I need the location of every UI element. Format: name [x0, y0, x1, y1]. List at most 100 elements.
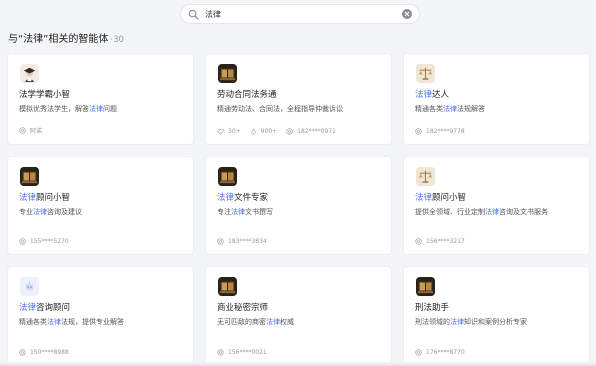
user-icon	[415, 349, 422, 356]
text-segment: 专业	[19, 208, 33, 216]
agent-author-text: 182****9778	[426, 128, 465, 135]
scholar-avatar-icon	[20, 64, 39, 83]
agent-name: 法律顾问小智	[19, 193, 182, 204]
agent-author-text: 155****5270	[30, 238, 69, 245]
agent-meta: 156****0021	[217, 349, 276, 356]
book-avatar-icon	[218, 64, 237, 83]
agent-meta: 156****3217	[415, 238, 474, 245]
agent-card[interactable]: 法律顾问小智 提供全领域、行业定制法律咨询及文书服务 156****3217	[403, 156, 590, 255]
agent-author: 182****0971	[286, 128, 336, 135]
user-icon	[286, 128, 293, 135]
bottom-edge	[0, 362, 596, 366]
agent-author: 182****9778	[415, 128, 465, 135]
book-avatar-icon	[20, 167, 39, 186]
keyword-highlight: 法律	[231, 208, 245, 216]
user-icon	[415, 128, 422, 135]
agent-description: 提供全领域、行业定制法律咨询及文书服务	[415, 207, 578, 217]
text-segment: 法规解答	[457, 105, 485, 113]
agent-description: 刑法领域的法律知识和案例分析专家	[415, 317, 578, 327]
agent-description: 精通劳动法、合同法，全程指导仲裁诉讼	[217, 104, 380, 114]
keyword-highlight: 法律	[415, 90, 433, 100]
agent-author-text: 156****3217	[426, 238, 465, 245]
agent-card[interactable]: 刑法助手刑法领域的法律知识和案例分析专家 176****8770	[403, 266, 590, 366]
usage-icon	[251, 128, 256, 135]
keyword-highlight: 法律	[266, 318, 280, 326]
results-heading: 与“法律”相关的智能体 ·30	[8, 30, 124, 45]
agent-name: 法律咨询顾问	[19, 303, 182, 314]
agent-author: 156****3217	[415, 238, 465, 245]
text-segment: 商业秘密宗师	[217, 303, 269, 313]
agent-card[interactable]: 法律顾问小智 专业法律咨询及建议 155****5270	[7, 156, 194, 255]
results-count: ·30	[110, 35, 124, 45]
keyword-highlight: 法律	[19, 303, 37, 313]
user-icon	[19, 238, 26, 245]
text-segment: 权威	[280, 318, 294, 326]
agent-meta: 183****3834	[217, 238, 276, 245]
usage-count: 900+	[250, 128, 277, 135]
text-segment: 法规，提供专业解答	[61, 318, 124, 326]
user-icon	[217, 238, 224, 245]
agent-card[interactable]: 商业秘密宗师 无可匹敌的商密法律权威 156****0021	[205, 266, 392, 366]
keyword-highlight: 法律	[443, 105, 457, 113]
text-segment: 顾问小智	[36, 193, 71, 203]
user-icon	[19, 127, 26, 134]
agent-description: 专业法律咨询及建议	[19, 207, 182, 217]
agent-description: 精通各类法律法规，提供专业解答	[19, 317, 182, 327]
agent-meta: 阿诺	[19, 126, 51, 135]
agent-card[interactable]: 法律咨询顾问 精通各类法律法规，提供专业解答 150****8988	[7, 266, 194, 366]
text-segment: 专注	[217, 208, 231, 216]
user-icon	[415, 238, 422, 245]
text-segment: 咨询及文书服务	[499, 208, 548, 216]
agent-card[interactable]: 法律文件专家 专注法律文书撰写 183****3834	[205, 156, 392, 255]
search-bar[interactable]	[180, 4, 420, 24]
agent-meta: 30+ 900+ 182****0971	[217, 128, 345, 135]
agent-author: 155****5270	[19, 238, 69, 245]
book-avatar-icon	[416, 277, 435, 296]
text-segment: 咨询及建议	[47, 208, 82, 216]
agent-card-grid: 法学学霸小智 模拟优秀法学生，解答法律问题 阿诺 劳动合同法务通 精通劳动法、合同法，全…	[7, 53, 591, 366]
results-title: 与“法律”相关的智能体	[8, 34, 109, 45]
agent-name: 法律达人	[415, 90, 578, 101]
agent-meta: 182****9778	[415, 128, 474, 135]
text-segment: 文书撰写	[245, 208, 273, 216]
agent-author: 150****8988	[19, 349, 69, 356]
agent-name: 商业秘密宗师	[217, 303, 380, 314]
search-icon	[188, 9, 199, 19]
robot-avatar-icon	[20, 277, 39, 296]
text-segment: 提供全领域、行业定制	[415, 208, 485, 216]
agent-card[interactable]: 法律达人 精通各类法律法规解答 182****9778	[403, 53, 590, 145]
agent-author: 176****8770	[415, 349, 465, 356]
agent-author-text: 176****8770	[426, 349, 465, 356]
agent-name: 劳动合同法务通	[217, 90, 380, 101]
close-icon	[404, 11, 410, 17]
agent-meta: 150****8988	[19, 349, 78, 356]
text-segment: 文件专家	[234, 193, 269, 203]
text-segment: 无可匹敌的商密	[217, 318, 266, 326]
keyword-highlight: 法律	[485, 208, 499, 216]
agent-meta: 176****8770	[415, 349, 474, 356]
likes-count-text: 30+	[228, 128, 241, 135]
text-segment: 精通劳动法、合同法，全程指导仲裁诉讼	[217, 105, 343, 113]
text-segment: 刑法助手	[415, 303, 450, 313]
search-input[interactable]	[205, 6, 402, 22]
agent-name: 法律文件专家	[217, 193, 380, 204]
agent-name: 法学学霸小智	[19, 90, 182, 101]
keyword-highlight: 法律	[47, 318, 61, 326]
text-segment: 问题	[103, 105, 117, 113]
text-segment: 咨询顾问	[36, 303, 71, 313]
agent-description: 精通各类法律法规解答	[415, 104, 578, 114]
clear-search-button[interactable]	[402, 9, 412, 19]
scales-avatar-icon	[416, 64, 435, 83]
keyword-highlight: 法律	[415, 193, 433, 203]
agent-description: 专注法律文书撰写	[217, 207, 380, 217]
text-segment: 刑法领域的	[415, 318, 450, 326]
text-segment: 精通各类	[415, 105, 443, 113]
agent-card[interactable]: 法学学霸小智 模拟优秀法学生，解答法律问题 阿诺	[7, 53, 194, 145]
text-segment: 法学学霸小智	[19, 90, 71, 100]
scales-avatar-icon	[416, 167, 435, 186]
likes-count: 30+	[217, 128, 241, 135]
agent-author: 156****0021	[217, 349, 267, 356]
agent-card[interactable]: 劳动合同法务通 精通劳动法、合同法，全程指导仲裁诉讼 30+ 900+ 182****0…	[205, 53, 392, 145]
book-avatar-icon	[218, 167, 237, 186]
keyword-highlight: 法律	[33, 208, 47, 216]
